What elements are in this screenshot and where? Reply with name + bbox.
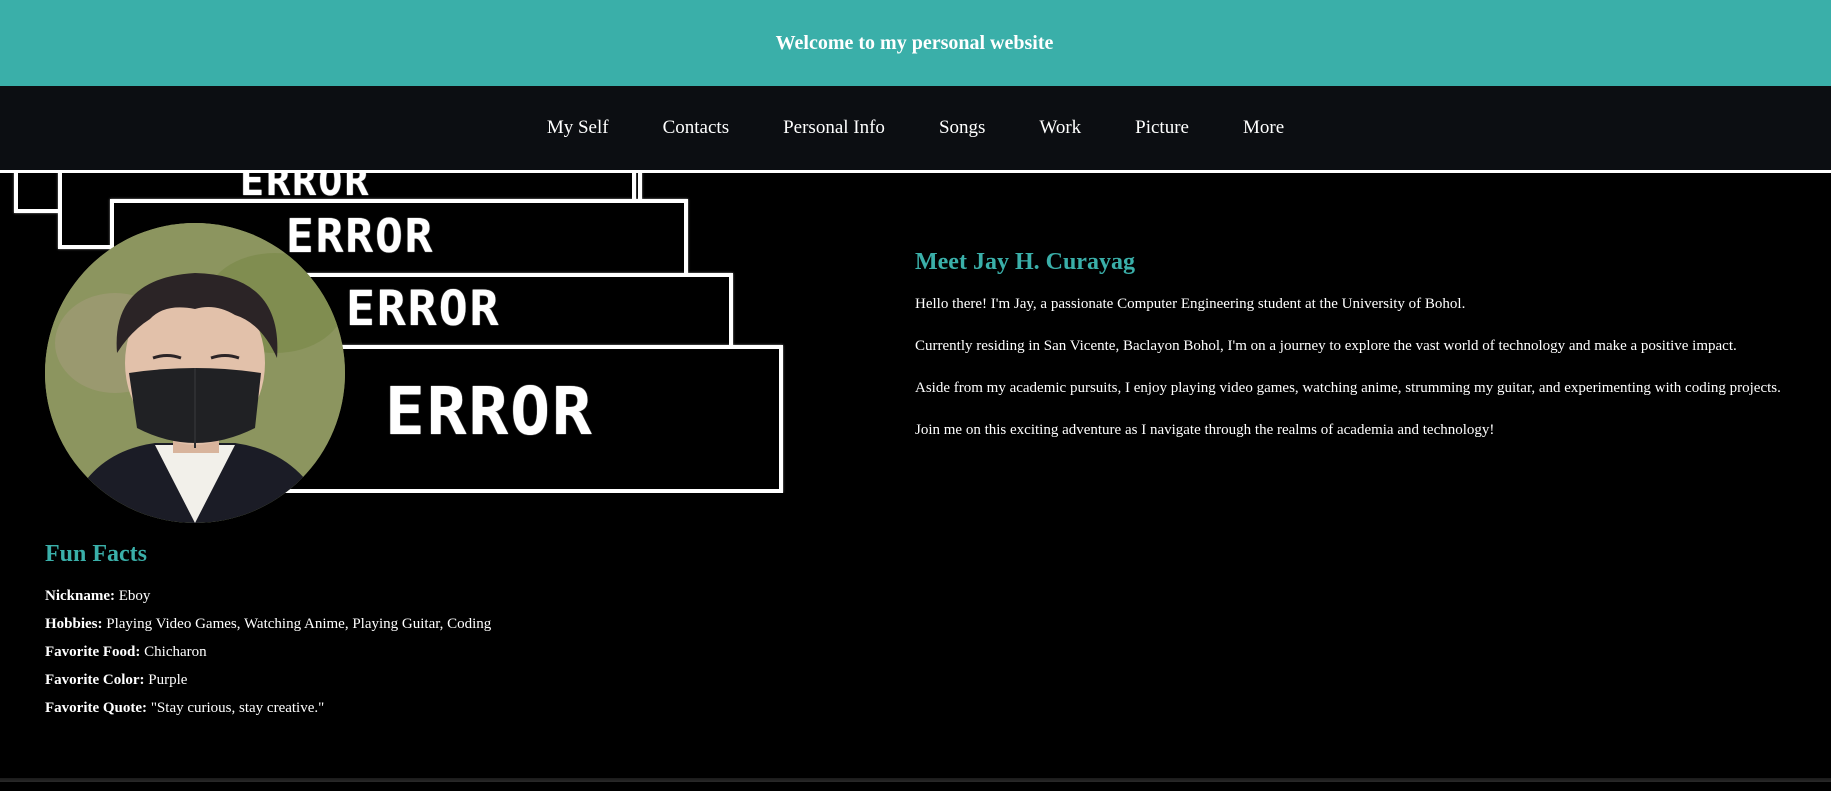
nav-item-picture[interactable]: Picture — [1108, 117, 1216, 139]
fun-facts-title: Fun Facts — [45, 541, 147, 567]
site-title: Welcome to my personal website — [775, 31, 1054, 54]
fun-facts-section: Fun Facts Nickname: Eboy Hobbies: Playin… — [45, 541, 825, 722]
nav-item-personal-info[interactable]: Personal Info — [756, 117, 912, 139]
fact-label: Favorite Quote: — [45, 700, 148, 716]
about-section: Meet Jay H. Curayag Hello there! I'm Jay… — [915, 249, 1785, 460]
fact-favorite-quote: Favorite Quote: "Stay curious, stay crea… — [45, 694, 825, 722]
nav-list: My Self Contacts Personal Info Songs Wor… — [520, 117, 1311, 139]
nav-item-contacts[interactable]: Contacts — [636, 117, 757, 139]
about-paragraph: Currently residing in San Vicente, Bacla… — [915, 338, 1737, 354]
site-header: Welcome to my personal website — [0, 0, 1831, 86]
profile-photo — [45, 223, 345, 523]
about-paragraph: Hello there! I'm Jay, a passionate Compu… — [915, 296, 1466, 312]
fact-label: Favorite Color: — [45, 672, 145, 688]
error-text-3: ERROR — [346, 281, 501, 337]
error-text-4: ERROR — [385, 373, 594, 450]
main-content: ERROR ERROR ERROR ERROR Fun Facts Nickna… — [0, 173, 1831, 778]
nav-item-work[interactable]: Work — [1012, 117, 1108, 139]
fact-hobbies: Hobbies: Playing Video Games, Watching A… — [45, 610, 825, 638]
fact-label: Favorite Food: — [45, 644, 141, 660]
footer-divider — [0, 778, 1831, 782]
nav-item-my-self[interactable]: My Self — [520, 117, 636, 139]
about-title: Meet Jay H. Curayag — [915, 249, 1135, 275]
fact-favorite-food: Favorite Food: Chicharon — [45, 638, 825, 666]
fact-label: Nickname: — [45, 588, 115, 604]
fact-favorite-color: Favorite Color: Purple — [45, 666, 825, 694]
fact-value: Playing Video Games, Watching Anime, Pla… — [106, 616, 492, 632]
nav-item-more[interactable]: More — [1216, 117, 1311, 139]
fact-value: Chicharon — [144, 644, 207, 660]
fact-value: Eboy — [118, 588, 151, 604]
main-nav: My Self Contacts Personal Info Songs Wor… — [0, 86, 1831, 173]
about-paragraph: Join me on this exciting adventure as I … — [915, 422, 1495, 438]
fact-label: Hobbies: — [45, 616, 103, 632]
about-paragraph: Aside from my academic pursuits, I enjoy… — [915, 380, 1781, 396]
fact-value: "Stay curious, stay creative." — [150, 700, 325, 716]
fact-nickname: Nickname: Eboy — [45, 582, 825, 610]
error-text-2: ERROR — [286, 209, 435, 263]
profile-photo-illustration — [45, 223, 345, 523]
nav-item-songs[interactable]: Songs — [912, 117, 1012, 139]
fact-value: Purple — [148, 672, 188, 688]
